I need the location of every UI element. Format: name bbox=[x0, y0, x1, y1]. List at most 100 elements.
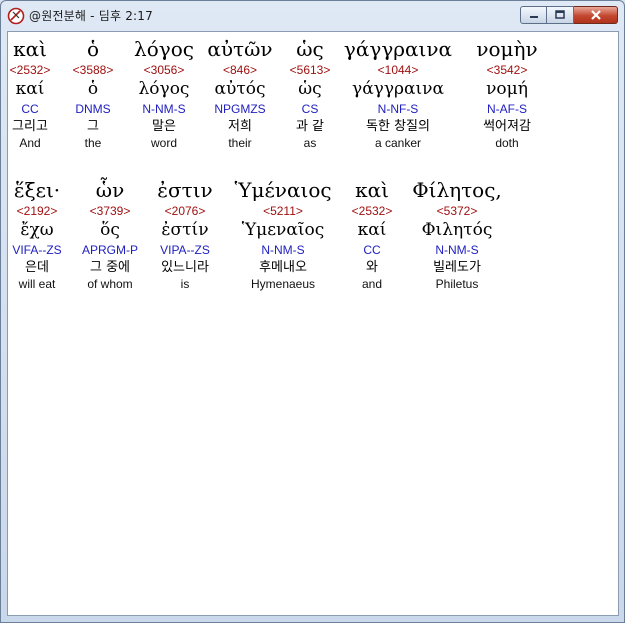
english-gloss: is bbox=[180, 277, 190, 291]
word-column[interactable]: Ὑμέναιος <5211> Ὑμεναῖος N-NM-S 후메내오 Hym… bbox=[228, 177, 338, 292]
lemma: γάγγραινα bbox=[352, 79, 444, 99]
word-column[interactable]: καὶ <2532> καί CC 그리고 And bbox=[8, 36, 52, 151]
close-icon bbox=[590, 10, 601, 20]
korean-gloss: 와 bbox=[366, 260, 378, 275]
lemma: αὐτός bbox=[214, 79, 266, 99]
korean-gloss: 있느니라 bbox=[161, 260, 209, 275]
strong-number[interactable]: <2532> bbox=[8, 62, 52, 78]
lemma: νομή bbox=[486, 79, 528, 99]
greek-word: Φίλητος, bbox=[412, 178, 502, 202]
lemma: καί bbox=[15, 79, 45, 99]
app-window: @원전분해 - 딤후 2:17 καὶ <2532> καί CC 그리고 An… bbox=[0, 0, 625, 623]
verse-line-2: ἕξει· <2192> ἔχω VIFA--ZS 은데 will eat ὧν… bbox=[8, 177, 618, 307]
greek-word: καὶ bbox=[355, 178, 389, 202]
greek-word: νομὴν bbox=[476, 37, 538, 61]
english-gloss: the bbox=[84, 136, 102, 150]
korean-gloss: 빌레도가 bbox=[433, 260, 481, 275]
close-button[interactable] bbox=[574, 6, 618, 24]
parsing-code: N-NM-S bbox=[261, 243, 305, 257]
korean-gloss: 그 중에 bbox=[89, 260, 130, 275]
greek-word: ὁ bbox=[86, 37, 100, 61]
title-bar[interactable]: @원전분해 - 딤후 2:17 bbox=[1, 1, 624, 31]
english-gloss: their bbox=[228, 136, 252, 150]
english-gloss: and bbox=[361, 277, 383, 291]
app-logo-icon bbox=[7, 7, 25, 25]
korean-gloss: 은데 bbox=[25, 260, 49, 275]
word-column[interactable]: ὡς <5613> ὡς CS 과 같 as bbox=[282, 36, 338, 151]
korean-gloss: 저희 bbox=[228, 119, 252, 134]
verse-line-1: καὶ <2532> καί CC 그리고 And ὁ <3588> ὁ DNM… bbox=[8, 36, 618, 166]
greek-word: Ὑμέναιος bbox=[234, 178, 332, 202]
word-column[interactable]: ἕξει· <2192> ἔχω VIFA--ZS 은데 will eat bbox=[8, 177, 66, 292]
lemma: ὁ bbox=[87, 79, 99, 99]
strong-number[interactable]: <846> bbox=[204, 62, 276, 78]
maximize-button[interactable] bbox=[547, 6, 574, 24]
greek-word: καὶ bbox=[13, 37, 47, 61]
strong-number[interactable]: <2532> bbox=[344, 203, 400, 219]
english-gloss: of whom bbox=[87, 277, 133, 291]
analysis-pane[interactable]: καὶ <2532> καί CC 그리고 And ὁ <3588> ὁ DNM… bbox=[7, 31, 619, 616]
greek-word: γάγγραινα bbox=[343, 37, 453, 61]
word-column[interactable]: νομὴν <3542> νομή N-AF-S 썩어져감 doth bbox=[466, 36, 548, 151]
lemma: Ὑμεναῖος bbox=[241, 220, 325, 240]
word-column[interactable]: ὁ <3588> ὁ DNMS 그 the bbox=[62, 36, 124, 151]
strong-number[interactable]: <1044> bbox=[342, 62, 454, 78]
maximize-icon bbox=[555, 10, 565, 19]
strong-number[interactable]: <2076> bbox=[152, 203, 218, 219]
parsing-code: N-NM-S bbox=[435, 243, 479, 257]
lemma: ἐστίν bbox=[161, 220, 209, 240]
korean-gloss: 그리고 bbox=[12, 119, 48, 134]
lemma: ἔχω bbox=[20, 220, 54, 240]
word-column[interactable]: αὐτῶν <846> αὐτός NPGMZS 저희 their bbox=[204, 36, 276, 151]
word-column[interactable]: ὧν <3739> ὅς APRGM-P 그 중에 of whom bbox=[74, 177, 146, 292]
word-column[interactable]: γάγγραινα <1044> γάγγραινα N-NF-S 독한 창질의… bbox=[342, 36, 454, 151]
korean-gloss: 말은 bbox=[152, 119, 176, 134]
lemma: Φιλητός bbox=[421, 220, 493, 240]
parsing-code: N-NF-S bbox=[377, 102, 419, 116]
english-gloss: as bbox=[303, 136, 317, 150]
word-column[interactable]: καὶ <2532> καί CC 와 and bbox=[344, 177, 400, 292]
korean-gloss: 과 같 bbox=[295, 119, 325, 134]
parsing-code: CC bbox=[21, 102, 39, 116]
korean-gloss: 후메내오 bbox=[259, 260, 307, 275]
parsing-code: N-NM-S bbox=[142, 102, 186, 116]
parsing-code: N-AF-S bbox=[487, 102, 527, 116]
parsing-code: VIFA--ZS bbox=[12, 243, 62, 257]
greek-word: ἕξει· bbox=[13, 178, 61, 202]
strong-number[interactable]: <3542> bbox=[466, 62, 548, 78]
minimize-button[interactable] bbox=[520, 6, 547, 24]
lemma: λόγος bbox=[138, 79, 190, 99]
lemma: ὅς bbox=[100, 220, 120, 240]
parsing-code: CC bbox=[363, 243, 381, 257]
english-gloss: word bbox=[150, 136, 177, 150]
korean-gloss: 그 bbox=[87, 119, 99, 134]
lemma: ὡς bbox=[298, 79, 322, 99]
parsing-code: VIPA--ZS bbox=[160, 243, 210, 257]
minimize-icon bbox=[529, 16, 538, 18]
strong-number[interactable]: <3056> bbox=[128, 62, 200, 78]
strong-number[interactable]: <3588> bbox=[62, 62, 124, 78]
greek-word: αὐτῶν bbox=[207, 37, 273, 61]
strong-number[interactable]: <5372> bbox=[404, 203, 510, 219]
word-column[interactable]: Φίλητος, <5372> Φιλητός N-NM-S 빌레도가 Phil… bbox=[404, 177, 510, 292]
strong-number[interactable]: <2192> bbox=[8, 203, 66, 219]
greek-word: ἐστιν bbox=[157, 178, 213, 202]
parsing-code: APRGM-P bbox=[81, 243, 138, 257]
strong-number[interactable]: <5613> bbox=[282, 62, 338, 78]
english-gloss: doth bbox=[495, 136, 519, 150]
parsing-code: CS bbox=[301, 102, 319, 116]
strong-number[interactable]: <3739> bbox=[74, 203, 146, 219]
greek-word: λόγος bbox=[134, 37, 194, 61]
english-gloss: Philetus bbox=[435, 277, 479, 291]
korean-gloss: 썩어져감 bbox=[483, 119, 531, 134]
strong-number[interactable]: <5211> bbox=[228, 203, 338, 219]
english-gloss: And bbox=[19, 136, 41, 150]
word-column[interactable]: λόγος <3056> λόγος N-NM-S 말은 word bbox=[128, 36, 200, 151]
korean-gloss: 독한 창질의 bbox=[366, 119, 430, 134]
word-column[interactable]: ἐστιν <2076> ἐστίν VIPA--ZS 있느니라 is bbox=[152, 177, 218, 292]
greek-word: ὧν bbox=[95, 178, 125, 202]
parsing-code: DNMS bbox=[75, 102, 111, 116]
english-gloss: a canker bbox=[374, 136, 422, 150]
english-gloss: will eat bbox=[18, 277, 56, 291]
lemma: καί bbox=[357, 220, 387, 240]
